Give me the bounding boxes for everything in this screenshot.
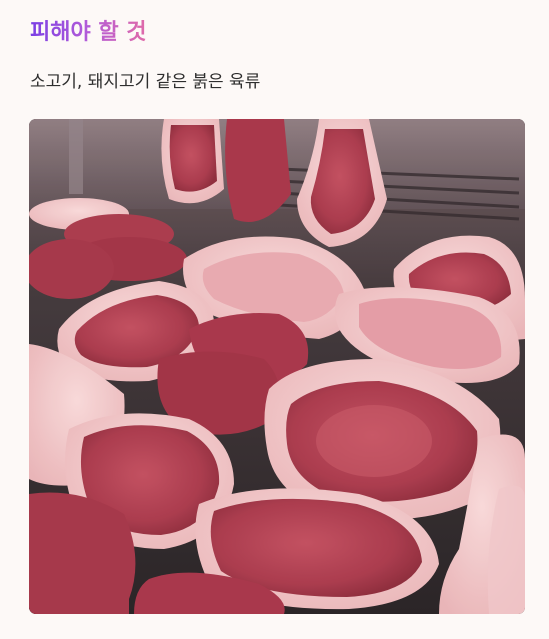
section-description: 소고기, 돼지고기 같은 붉은 육류 <box>30 72 261 92</box>
red-meat-photo <box>29 119 525 614</box>
section-title: 피해야 할 것 <box>30 16 147 50</box>
content-card: 피해야 할 것 소고기, 돼지고기 같은 붉은 육류 <box>0 0 549 639</box>
